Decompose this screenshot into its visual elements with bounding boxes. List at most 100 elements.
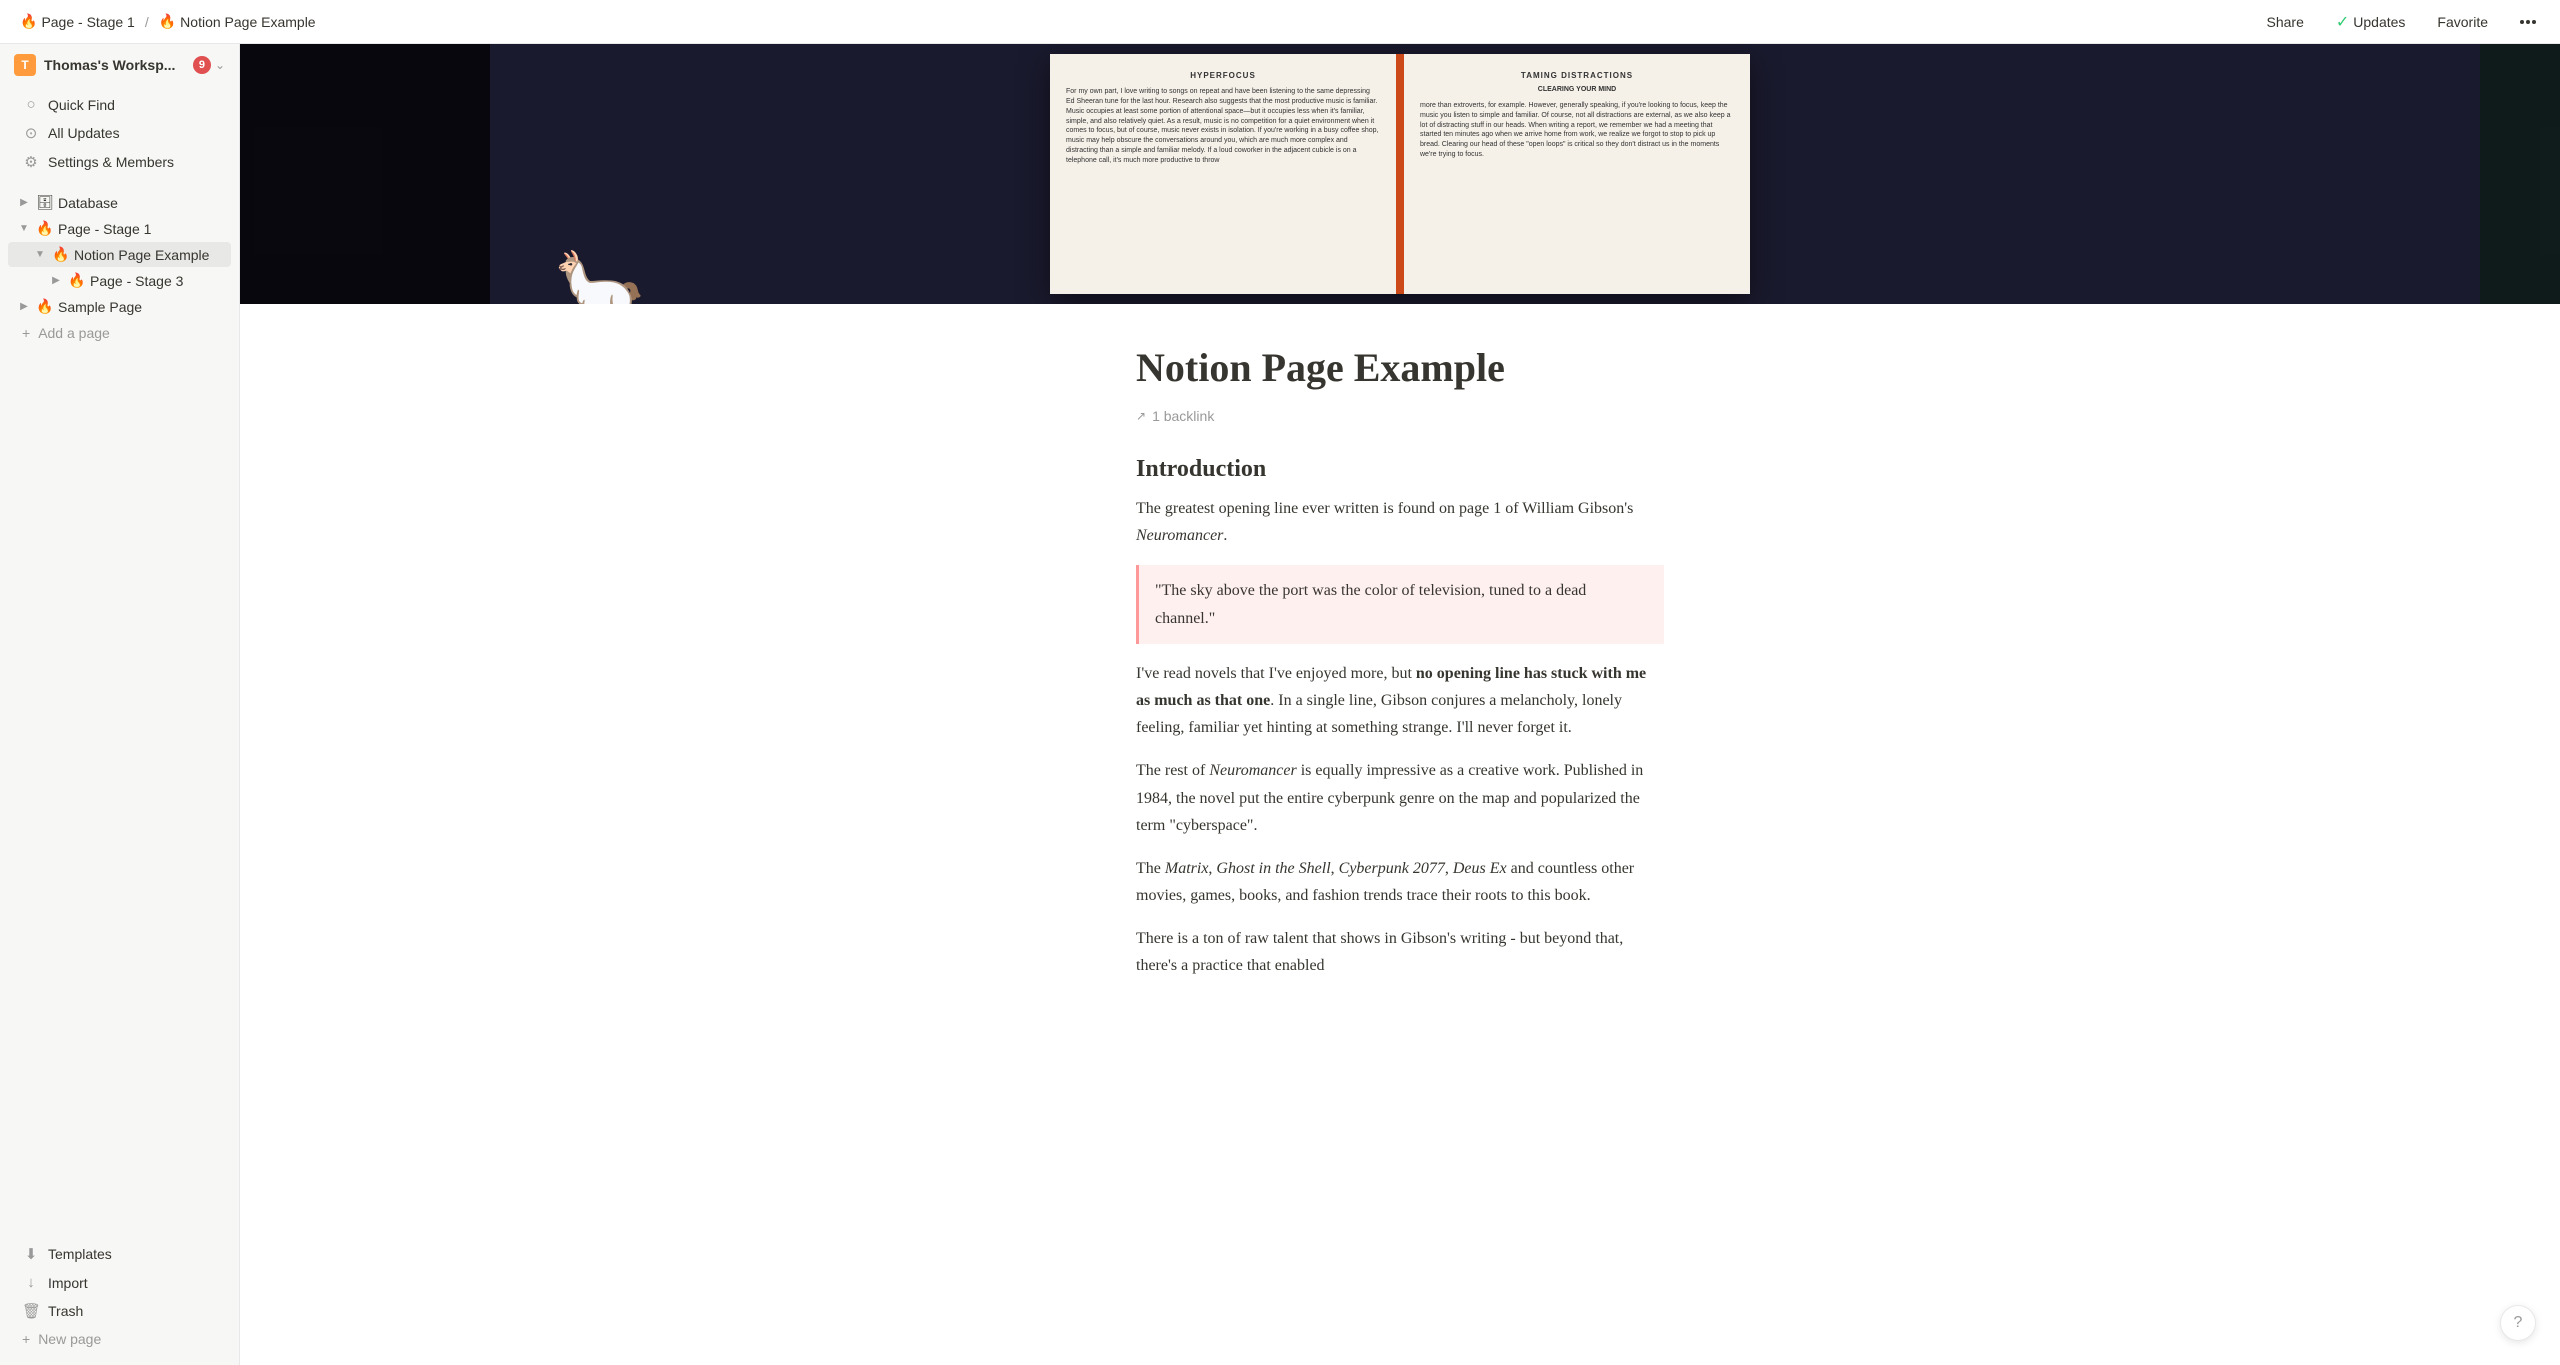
toggle-stage1[interactable]: ▼: [16, 221, 32, 237]
stage1-label: Page - Stage 1: [58, 221, 151, 237]
add-page-button[interactable]: + Add a page: [8, 320, 231, 346]
page-content: Notion Page Example ↗ 1 backlink Introdu…: [1040, 304, 1760, 1076]
page-title: Notion Page Example: [1136, 344, 1664, 392]
current-label: Notion Page Example: [180, 14, 315, 30]
stage3-label: Page - Stage 3: [90, 273, 183, 289]
add-page-label: Add a page: [38, 325, 110, 341]
cover-right-overlay: [2480, 44, 2560, 304]
sidebar-nav: ○ Quick Find ⊙ All Updates ⚙ Settings & …: [0, 86, 239, 181]
sidebar: T Thomas's Worksp... 9 ⌄ ○ Quick Find ⊙ …: [0, 44, 240, 1365]
stage1-icon: 🔥: [20, 13, 37, 30]
quote-text: "The sky above the port was the color of…: [1155, 582, 1586, 626]
notification-badge: 9: [193, 56, 211, 74]
share-button[interactable]: Share: [2259, 10, 2312, 34]
main-layout: T Thomas's Worksp... 9 ⌄ ○ Quick Find ⊙ …: [0, 44, 2560, 1365]
book-right-text: more than extroverts, for example. Howev…: [1420, 101, 1734, 160]
topbar-left: 🔥 Page - Stage 1 / 🔥 Notion Page Example: [16, 11, 320, 32]
para4-comma3: ,: [1445, 860, 1453, 877]
sidebar-item-trash[interactable]: 🗑 Trash: [8, 1297, 231, 1325]
book-left-page: HYPERFOCUS For my own part, I love writi…: [1050, 54, 1396, 294]
book-left-text: For my own part, I love writing to songs…: [1066, 87, 1380, 165]
chevron-icon: ⌄: [215, 58, 225, 72]
para4-comma2: ,: [1331, 860, 1339, 877]
sidebar-item-allupdates[interactable]: ⊙ All Updates: [8, 119, 231, 147]
workspace-right: 9 ⌄: [193, 56, 225, 74]
para3-plain: The rest of: [1136, 762, 1209, 779]
stage1-icon: 🔥: [36, 220, 54, 237]
favorite-button[interactable]: Favorite: [2429, 10, 2496, 34]
sidebar-item-notion-example[interactable]: ▼ 🔥 Notion Page Example: [8, 242, 231, 267]
dot1: [2520, 20, 2524, 24]
para4-cyberpunk: Cyberpunk 2077: [1339, 860, 1445, 877]
para3-italic: Neuromancer: [1209, 762, 1296, 779]
current-icon: 🔥: [159, 13, 176, 30]
sample-label: Sample Page: [58, 299, 142, 315]
sample-icon: 🔥: [36, 298, 54, 315]
workspace-icon: T: [14, 54, 36, 76]
toggle-stage3[interactable]: ▶: [48, 273, 64, 289]
para1-end: .: [1223, 527, 1227, 544]
toggle-notion-example[interactable]: ▼: [32, 247, 48, 263]
database-label: Database: [58, 195, 118, 211]
checkmark-icon: ✓: [2336, 12, 2349, 32]
settings-icon: ⚙: [22, 153, 40, 171]
sidebar-item-stage1[interactable]: ▼ 🔥 Page - Stage 1: [8, 216, 231, 241]
more-options-button[interactable]: [2512, 16, 2544, 28]
book-right-title: TAMING DISTRACTIONS: [1420, 70, 1734, 81]
trash-label: Trash: [48, 1303, 83, 1319]
book: HYPERFOCUS For my own part, I love writi…: [1050, 54, 1750, 294]
import-icon: ↓: [22, 1274, 40, 1291]
paragraph-5: There is a ton of raw talent that shows …: [1136, 925, 1664, 979]
help-icon: ?: [2514, 1314, 2523, 1332]
book-right-page: TAMING DISTRACTIONS CLEARING YOUR MIND m…: [1404, 54, 1750, 294]
toggle-database[interactable]: ▶: [16, 195, 32, 211]
breadcrumb-separator: /: [145, 14, 149, 30]
cover-image: HYPERFOCUS For my own part, I love writi…: [240, 44, 2560, 304]
workspace-left: T Thomas's Worksp...: [14, 54, 175, 76]
sidebar-item-settings[interactable]: ⚙ Settings & Members: [8, 148, 231, 176]
new-page-plus: +: [22, 1331, 30, 1347]
content-area: HYPERFOCUS For my own part, I love writi…: [240, 44, 2560, 1365]
llama-mascot: 🦙: [550, 254, 650, 304]
notion-example-label: Notion Page Example: [74, 247, 209, 263]
sidebar-item-stage3[interactable]: ▶ 🔥 Page - Stage 3: [8, 268, 231, 293]
para2-plain: I've read novels that I've enjoyed more,…: [1136, 665, 1416, 682]
templates-label: Templates: [48, 1246, 112, 1262]
search-icon: ○: [22, 96, 40, 113]
paragraph-2: I've read novels that I've enjoyed more,…: [1136, 660, 1664, 742]
para4-matrix: Matrix: [1165, 860, 1209, 877]
allupdates-label: All Updates: [48, 125, 120, 141]
backlink[interactable]: ↗ 1 backlink: [1136, 408, 1664, 424]
toggle-sample[interactable]: ▶: [16, 299, 32, 315]
book-right-subtitle: CLEARING YOUR MIND: [1420, 85, 1734, 95]
breadcrumb-stage1[interactable]: 🔥 Page - Stage 1: [16, 11, 139, 32]
dot2: [2526, 20, 2530, 24]
dot3: [2532, 20, 2536, 24]
notion-example-icon: 🔥: [52, 246, 70, 263]
stage3-icon: 🔥: [68, 272, 86, 289]
backlink-text: 1 backlink: [1152, 408, 1214, 424]
book-left-title: HYPERFOCUS: [1066, 70, 1380, 81]
para4-deus: Deus Ex: [1453, 860, 1507, 877]
para1-italic: Neuromancer: [1136, 527, 1223, 544]
updates-button[interactable]: ✓ Updates: [2328, 8, 2414, 36]
trash-icon: 🗑: [22, 1302, 40, 1320]
sidebar-tree: ▶ 🗄 Database ▼ 🔥 Page - Stage 1 ▼ 🔥 Noti…: [0, 189, 239, 347]
sidebar-item-database[interactable]: ▶ 🗄 Database: [8, 190, 231, 215]
sidebar-item-sample[interactable]: ▶ 🔥 Sample Page: [8, 294, 231, 319]
breadcrumb: 🔥 Page - Stage 1 / 🔥 Notion Page Example: [16, 11, 320, 32]
sidebar-bottom: ⬇ Templates ↓ Import 🗑 Trash + New page: [0, 1231, 239, 1365]
sidebar-item-templates[interactable]: ⬇ Templates: [8, 1240, 231, 1268]
breadcrumb-current[interactable]: 🔥 Notion Page Example: [155, 11, 320, 32]
paragraph-1: The greatest opening line ever written i…: [1136, 495, 1664, 549]
workspace-header[interactable]: T Thomas's Worksp... 9 ⌄: [0, 44, 239, 86]
workspace-name: Thomas's Worksp...: [44, 57, 175, 73]
intro-heading: Introduction: [1136, 456, 1664, 483]
database-icon: 🗄: [36, 194, 54, 211]
sidebar-item-import[interactable]: ↓ Import: [8, 1269, 231, 1296]
sidebar-item-quickfind[interactable]: ○ Quick Find: [8, 91, 231, 118]
settings-label: Settings & Members: [48, 154, 174, 170]
new-page-button[interactable]: + New page: [8, 1326, 231, 1352]
help-button[interactable]: ?: [2500, 1305, 2536, 1341]
para1-text: The greatest opening line ever written i…: [1136, 500, 1633, 517]
